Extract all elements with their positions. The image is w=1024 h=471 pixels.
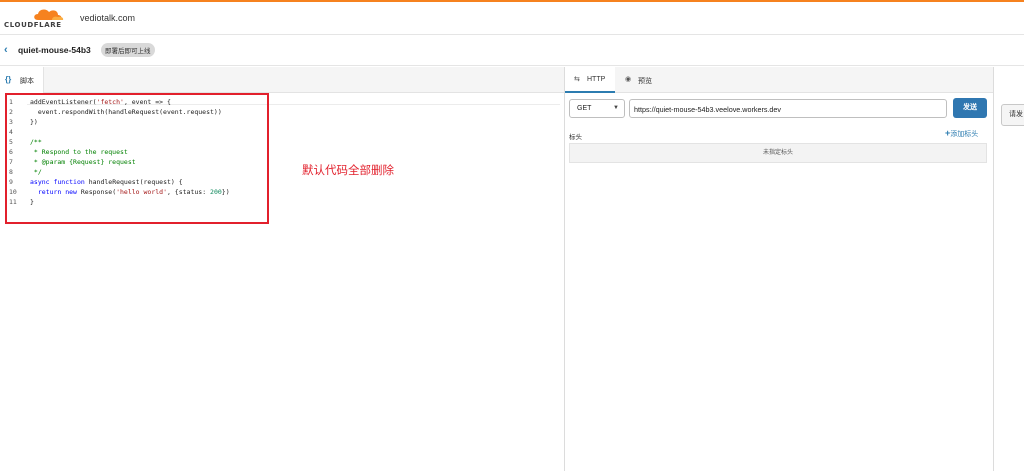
editor-tab-bar: {} 脚本 xyxy=(0,67,564,93)
line-number: 3 xyxy=(9,118,13,126)
panel-divider-right[interactable] xyxy=(993,67,994,471)
line-number: 8 xyxy=(9,168,13,176)
line-number: 9 xyxy=(9,178,13,186)
top-bar: CLOUDFLARE vediotalk.com xyxy=(0,0,1024,35)
request-tab-bar: ⇆ HTTP ◉ 预览 xyxy=(565,67,993,93)
worker-name: quiet-mouse-54b3 xyxy=(18,45,91,55)
code-token: } xyxy=(30,198,34,206)
code-token: /** xyxy=(30,138,42,146)
line-number: 10 xyxy=(9,188,17,196)
code-text: addEventListener('fetch', event => { xyxy=(30,97,171,107)
panel-divider[interactable] xyxy=(564,67,565,471)
tab-script-label: 脚本 xyxy=(20,78,34,85)
tab-http-label: HTTP xyxy=(587,76,606,83)
code-token: }) xyxy=(30,118,38,126)
tab-script[interactable]: {} 脚本 xyxy=(0,67,44,93)
code-token: , {status: xyxy=(166,188,211,196)
code-editor[interactable]: 1 addEventListener('fetch', event => { 2 e… xyxy=(0,94,564,471)
url-input[interactable]: https://quiet-mouse-54b3.veelove.workers… xyxy=(629,99,947,118)
worker-header: ‹ quiet-mouse-54b3 即署后即可上线 xyxy=(0,36,1024,66)
headers-label: 标头 xyxy=(569,134,582,141)
code-token: handleRequest(request) { xyxy=(84,178,183,186)
code-text: async function handleRequest(request) { xyxy=(30,177,183,187)
arrows-swap-icon: ⇆ xyxy=(574,76,580,83)
code-text: return new Response('hello world', {stat… xyxy=(30,187,230,197)
line-number: 2 xyxy=(9,108,13,116)
line-number: 6 xyxy=(9,148,13,156)
code-token: * Respond to the request xyxy=(30,148,128,156)
code-token: addEventListener( xyxy=(30,98,97,106)
tab-preview-label: 预览 xyxy=(638,78,652,85)
code-token: return new xyxy=(37,188,77,196)
code-braces-icon: {} xyxy=(5,75,12,84)
tab-preview[interactable]: ◉ 预览 xyxy=(623,67,663,93)
code-token: Response( xyxy=(76,188,117,196)
cloudflare-logo[interactable]: CLOUDFLARE xyxy=(4,7,66,31)
side-action-button[interactable]: 请发 xyxy=(1001,104,1024,126)
add-header-label: 添加标头 xyxy=(950,131,979,138)
line-number: 5 xyxy=(9,138,13,146)
code-token: 200 xyxy=(210,188,222,196)
add-header-button[interactable]: +添加标头 xyxy=(945,128,978,139)
logo-wordmark: CLOUDFLARE xyxy=(4,21,62,29)
code-text: */ xyxy=(30,167,42,177)
send-button[interactable]: 发送 xyxy=(953,98,987,118)
code-token: 'hello world' xyxy=(116,188,167,196)
caret-down-icon: ▼ xyxy=(613,105,619,111)
line-number: 7 xyxy=(9,158,13,166)
code-text: event.respondWith(handleRequest(event.re… xyxy=(30,107,222,117)
code-token: , event => { xyxy=(123,98,171,106)
code-text: } xyxy=(30,197,34,207)
line-number: 1 xyxy=(9,98,13,106)
code-text: }) xyxy=(30,117,38,127)
method-select[interactable]: GET ▼ xyxy=(569,99,625,118)
headers-empty-state: 未指定标头 xyxy=(569,143,987,163)
method-value: GET xyxy=(577,105,592,112)
line-number: 11 xyxy=(9,198,17,206)
cloud-icon xyxy=(34,9,64,20)
eye-icon: ◉ xyxy=(625,76,632,83)
line-number: 4 xyxy=(9,128,13,136)
code-token: 'fetch' xyxy=(96,98,124,106)
code-text: * Respond to the request xyxy=(30,147,128,157)
code-token: async function xyxy=(30,178,85,186)
code-token: event.respondWith(handleRequest(event.re… xyxy=(30,108,222,116)
tab-http[interactable]: ⇆ HTTP xyxy=(565,67,615,93)
code-token: * @param {Request} request xyxy=(30,158,136,166)
chevron-left-icon[interactable]: ‹ xyxy=(4,44,8,56)
domain-name[interactable]: vediotalk.com xyxy=(80,13,135,23)
status-badge: 即署后即可上线 xyxy=(101,43,155,57)
annotation-text: 默认代码全部删除 xyxy=(302,165,394,177)
code-token: */ xyxy=(30,168,42,176)
code-token: }) xyxy=(221,188,230,196)
code-text: /** xyxy=(30,137,42,147)
code-text: * @param {Request} request xyxy=(30,157,136,167)
